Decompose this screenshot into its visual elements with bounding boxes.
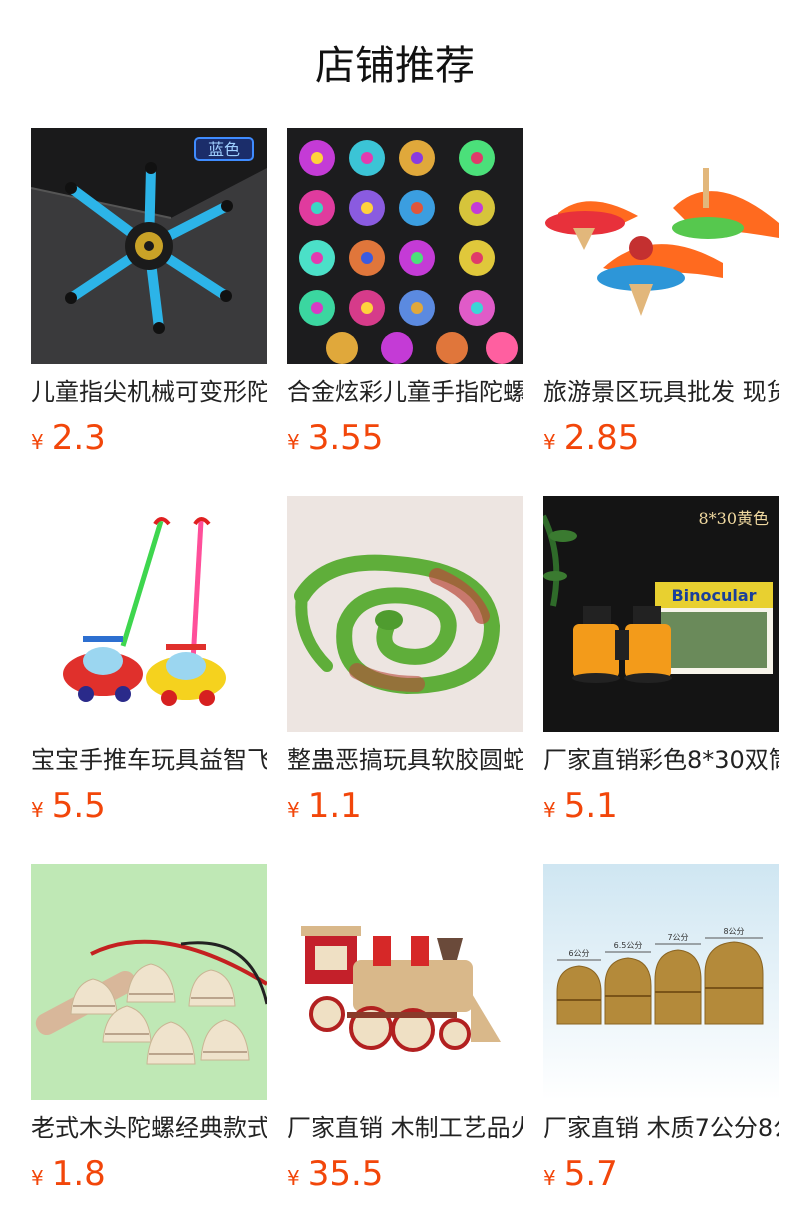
box-label: Binocular [671, 586, 756, 605]
binocular-icon: 8*30黄色 Binocular [543, 496, 779, 732]
product-price: ¥2.3 [31, 416, 106, 460]
size-label: 7公分 [667, 933, 688, 942]
push-toy-plane-icon [31, 496, 267, 732]
alloy-spinners-icon [287, 128, 523, 364]
product-card[interactable]: 旅游景区玩具批发 现货 ¥2.85 [543, 128, 779, 458]
product-card[interactable]: 合金炫彩儿童手指陀螺 ¥3.55 [287, 128, 523, 458]
product-card[interactable]: 8*30黄色 Binocular 厂家直销彩色8*30双筒望远镜 ¥5.1 [543, 496, 779, 826]
currency-symbol: ¥ [543, 1166, 556, 1190]
size-label: 8公分 [723, 927, 744, 936]
price-value: 5.1 [563, 786, 618, 826]
product-image[interactable] [543, 128, 779, 364]
product-card[interactable]: 厂家直销 木制工艺品火车 ¥35.5 [287, 864, 523, 1194]
product-title[interactable]: 厂家直销 木质7公分8公分 [543, 1110, 779, 1146]
price-value: 5.7 [563, 1154, 618, 1194]
product-card[interactable]: 整蛊恶搞玩具软胶圆蛇 ¥1.1 [287, 496, 523, 826]
product-title[interactable]: 儿童指尖机械可变形陀螺 [31, 374, 267, 410]
product-image[interactable] [31, 864, 267, 1100]
product-grid: 蓝色 儿童指尖机械可变形陀螺 ¥2.3 [31, 128, 779, 1194]
product-card[interactable]: 宝宝手推车玩具益智飞机 ¥5.5 [31, 496, 267, 826]
currency-symbol: ¥ [287, 430, 300, 454]
currency-symbol: ¥ [31, 1166, 44, 1190]
product-image[interactable] [31, 496, 267, 732]
rubber-snake-icon [287, 496, 523, 732]
product-title[interactable]: 厂家直销 木制工艺品火车 [287, 1110, 523, 1146]
product-card[interactable]: 6公分 6.5公分 7公分 8公分 厂家直销 木质7公分8公分 [543, 864, 779, 1194]
price-value: 1.8 [51, 1154, 106, 1194]
price-value: 35.5 [307, 1154, 384, 1194]
product-image[interactable] [287, 496, 523, 732]
wooden-top-sizes-icon: 6公分 6.5公分 7公分 8公分 [543, 864, 779, 1100]
product-image[interactable]: 8*30黄色 Binocular [543, 496, 779, 732]
product-title[interactable]: 旅游景区玩具批发 现货 [543, 374, 779, 410]
product-image[interactable]: 6公分 6.5公分 7公分 8公分 [543, 864, 779, 1100]
wooden-train-icon [287, 864, 523, 1100]
product-card[interactable]: 老式木头陀螺经典款式 ¥1.8 [31, 864, 267, 1194]
size-label: 6公分 [568, 949, 589, 958]
currency-symbol: ¥ [287, 1166, 300, 1190]
price-value: 2.3 [51, 418, 106, 458]
fidget-spinner-chain-icon: 蓝色 [31, 128, 267, 364]
model-tag: 8*30黄色 [698, 509, 769, 528]
product-card[interactable]: 蓝色 儿童指尖机械可变形陀螺 ¥2.3 [31, 128, 267, 458]
price-value: 2.85 [563, 418, 640, 458]
product-price: ¥5.1 [543, 784, 618, 828]
product-title[interactable]: 整蛊恶搞玩具软胶圆蛇 [287, 742, 523, 778]
product-image[interactable] [287, 128, 523, 364]
price-value: 1.1 [307, 786, 362, 826]
price-value: 3.55 [307, 418, 384, 458]
size-label: 6.5公分 [614, 941, 643, 950]
product-price: ¥1.8 [31, 1152, 106, 1196]
product-price: ¥35.5 [287, 1152, 383, 1196]
currency-symbol: ¥ [543, 430, 556, 454]
currency-symbol: ¥ [287, 798, 300, 822]
product-price: ¥2.85 [543, 416, 639, 460]
currency-symbol: ¥ [543, 798, 556, 822]
product-image[interactable]: 蓝色 [31, 128, 267, 364]
price-value: 5.5 [51, 786, 106, 826]
product-title[interactable]: 合金炫彩儿童手指陀螺 [287, 374, 523, 410]
product-title[interactable]: 宝宝手推车玩具益智飞机 [31, 742, 267, 778]
product-title[interactable]: 厂家直销彩色8*30双筒望远镜 [543, 742, 779, 778]
product-price: ¥5.7 [543, 1152, 618, 1196]
product-price: ¥5.5 [31, 784, 106, 828]
color-tag: 蓝色 [208, 140, 240, 159]
wooden-tops-icon [31, 864, 267, 1100]
product-price: ¥1.1 [287, 784, 362, 828]
spinning-top-icon [543, 128, 779, 364]
product-image[interactable] [287, 864, 523, 1100]
currency-symbol: ¥ [31, 430, 44, 454]
page-title: 店铺推荐 [315, 43, 475, 89]
product-price: ¥3.55 [287, 416, 383, 460]
currency-symbol: ¥ [31, 798, 44, 822]
product-title[interactable]: 老式木头陀螺经典款式 [31, 1110, 267, 1146]
